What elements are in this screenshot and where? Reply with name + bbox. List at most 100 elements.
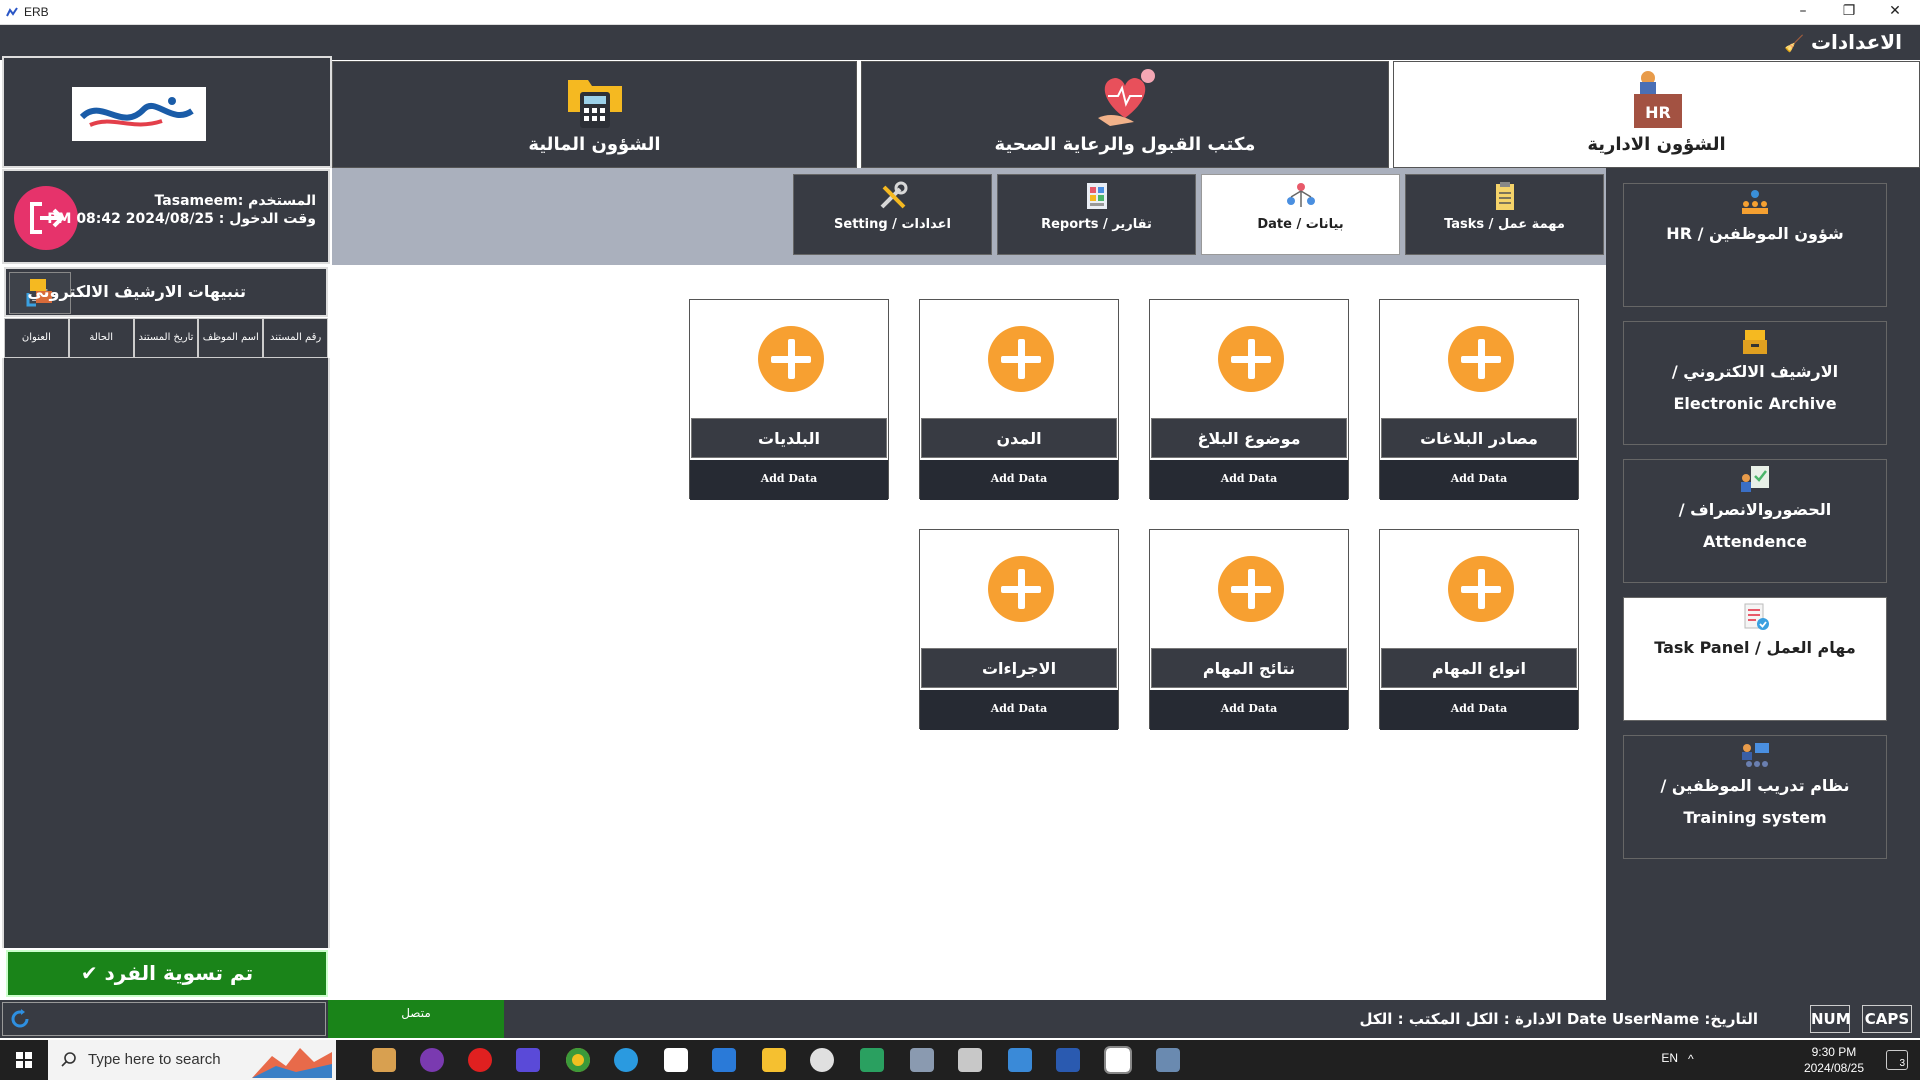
taskbar-clock[interactable]: 9:30 PM 2024/08/25: [1804, 1044, 1864, 1076]
user-info-panel: المستخدم :Tasameem وقت الدخول : 2024/08/…: [2, 169, 330, 264]
column-header[interactable]: رقم المستند: [263, 318, 328, 358]
module-tab-health[interactable]: مكتب القبول والرعاية الصحية: [861, 61, 1389, 168]
chrome-icon[interactable]: [566, 1048, 590, 1072]
settle-button-label: تم تسوية الفرد: [104, 961, 254, 985]
column-header[interactable]: الحالة: [68, 318, 134, 358]
add-icon[interactable]: [988, 556, 1054, 622]
start-button[interactable]: [0, 1040, 48, 1080]
refresh-icon[interactable]: [9, 1008, 31, 1030]
column-header[interactable]: اسم الموظف: [198, 318, 264, 358]
add-data-button[interactable]: Add Data: [1150, 460, 1348, 500]
calculator-folder-icon: [567, 80, 622, 128]
user-name-line: المستخدم :Tasameem: [154, 193, 316, 209]
settle-button[interactable]: تم تسوية الفرد ✔: [6, 950, 328, 997]
nav-electronic-archive[interactable]: الارشيف الالكتروني / Electronic Archive: [1623, 321, 1887, 445]
card-task-types[interactable]: انواع المهام Add Data: [1379, 529, 1579, 730]
erb-app-icon[interactable]: [664, 1048, 688, 1072]
taskbar-app-icon[interactable]: [372, 1048, 396, 1072]
card-task-results[interactable]: نتائج المهام Add Data: [1149, 529, 1349, 730]
notification-icon[interactable]: 3: [1886, 1050, 1908, 1070]
calculator-icon[interactable]: [958, 1048, 982, 1072]
num-lock-indicator: NUM: [1810, 1005, 1851, 1033]
card-name: مصادر البلاغات: [1381, 418, 1577, 458]
add-data-button[interactable]: Add Data: [1150, 690, 1348, 730]
word-icon[interactable]: [1056, 1048, 1080, 1072]
report-icon: [1086, 183, 1107, 209]
task-panel-icon: [1744, 603, 1769, 630]
status-info: التاريخ: Date UserName الادارة : الكل ال…: [1359, 1010, 1758, 1028]
taskbar-search[interactable]: Type here to search: [48, 1040, 336, 1080]
nav-electronic-archive-label: الارشيف الالكتروني / Electronic Archive: [1671, 362, 1839, 413]
employees-icon: [1742, 190, 1768, 214]
chrome-profile-icon[interactable]: [810, 1048, 834, 1072]
taskbar-app-icon[interactable]: [516, 1048, 540, 1072]
add-data-button[interactable]: Add Data: [920, 690, 1118, 730]
nav-training-system[interactable]: نظام تدريب الموظفين / Training system: [1623, 735, 1887, 859]
add-icon[interactable]: [1218, 326, 1284, 392]
settings-label[interactable]: الاعدادات 🧹: [1784, 30, 1902, 54]
add-icon[interactable]: [988, 326, 1054, 392]
erb-active-icon[interactable]: [1104, 1046, 1132, 1074]
minimize-button[interactable]: –: [1780, 0, 1826, 24]
chevron-up-icon[interactable]: ^: [1688, 1052, 1694, 1066]
card-procedures[interactable]: الاجراءات Add Data: [919, 529, 1119, 730]
card-report-subject[interactable]: موضوع البلاغ Add Data: [1149, 299, 1349, 500]
taskbar-app-icon[interactable]: [1008, 1048, 1032, 1072]
taskbar-app-icon[interactable]: [860, 1048, 884, 1072]
notification-count: 3: [1899, 1058, 1905, 1069]
archive-alerts-list: [2, 358, 330, 948]
tab-data-label: بيانات / Date: [1257, 217, 1344, 232]
module-tab-admin-label: الشؤون الادارية: [1587, 134, 1726, 155]
nav-attendence[interactable]: الحضوروالانصراف / Attendence: [1623, 459, 1887, 583]
module-tab-admin[interactable]: HR الشؤون الادارية: [1393, 61, 1920, 168]
search-highlight-image: [252, 1048, 332, 1078]
nav-task-panel-label: مهام العمل / Task Panel: [1654, 638, 1856, 657]
card-name: نتائج المهام: [1151, 648, 1347, 688]
card-name: المدن: [921, 418, 1117, 458]
caps-lock-indicator: CAPS: [1862, 1005, 1912, 1033]
opera-icon[interactable]: [468, 1048, 492, 1072]
edge-icon[interactable]: [614, 1048, 638, 1072]
login-time-line: وقت الدخول : 2024/08/25 PM 08:42: [47, 211, 316, 227]
data-network-icon: [1286, 183, 1315, 207]
close-button[interactable]: ✕: [1872, 0, 1918, 24]
system-tray[interactable]: ^: [1578, 1052, 1718, 1068]
column-header[interactable]: العنوان: [4, 318, 69, 358]
column-header[interactable]: تاريخ المستند: [133, 318, 199, 358]
taskbar-app-icon[interactable]: [420, 1048, 444, 1072]
module-tab-health-label: مكتب القبول والرعاية الصحية: [994, 134, 1256, 155]
window-title: ERB: [24, 5, 49, 19]
mail-icon[interactable]: [712, 1048, 736, 1072]
add-icon[interactable]: [1448, 326, 1514, 392]
tab-tasks[interactable]: مهمة عمل / Tasks: [1405, 174, 1604, 255]
nav-attendence-label: الحضوروالانصراف / Attendence: [1678, 500, 1832, 551]
taskbar-app-icon[interactable]: [910, 1048, 934, 1072]
restore-button[interactable]: ❐: [1826, 0, 1872, 24]
tab-reports[interactable]: تقارير / Reports: [997, 174, 1196, 255]
taskbar-app-icon[interactable]: [1156, 1048, 1180, 1072]
tab-setting[interactable]: اعدادات / Setting: [793, 174, 992, 255]
add-icon[interactable]: [758, 326, 824, 392]
module-tab-finance[interactable]: الشؤون المالية: [332, 61, 857, 168]
connection-status: متصل: [328, 1000, 504, 1038]
company-logo: [72, 87, 206, 141]
search-icon: [61, 1052, 76, 1067]
card-cities[interactable]: المدن Add Data: [919, 299, 1119, 500]
add-data-button[interactable]: Add Data: [690, 460, 888, 500]
file-explorer-icon[interactable]: [762, 1048, 786, 1072]
logo-panel: [2, 56, 332, 168]
add-icon[interactable]: [1218, 556, 1284, 622]
clock-time: 9:30 PM: [1811, 1045, 1857, 1059]
add-icon[interactable]: [1448, 556, 1514, 622]
training-icon: [1742, 743, 1769, 767]
add-data-button[interactable]: Add Data: [920, 460, 1118, 500]
nav-task-panel[interactable]: مهام العمل / Task Panel: [1623, 597, 1887, 721]
search-placeholder: Type here to search: [88, 1051, 221, 1068]
tab-data[interactable]: بيانات / Date: [1201, 174, 1400, 255]
card-report-sources[interactable]: مصادر البلاغات Add Data: [1379, 299, 1579, 500]
add-data-button[interactable]: Add Data: [1380, 690, 1578, 730]
card-municipalities[interactable]: البلديات Add Data: [689, 299, 889, 500]
health-care-icon: [1098, 69, 1155, 126]
add-data-button[interactable]: Add Data: [1380, 460, 1578, 500]
nav-hr[interactable]: شؤون الموظفين / HR: [1623, 183, 1887, 307]
